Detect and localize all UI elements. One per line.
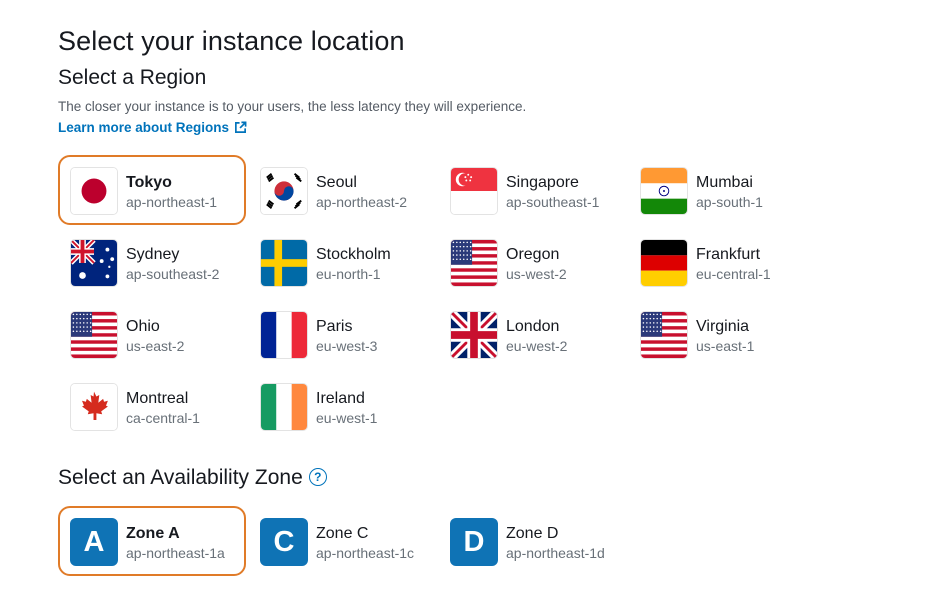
sweden-flag-icon [260, 239, 308, 287]
region-name: Paris [316, 318, 353, 335]
region-code: us-east-1 [696, 338, 755, 354]
region-option-virginia[interactable]: Virginia us-east-1 [628, 299, 816, 369]
region-name: Ireland [316, 390, 365, 407]
region-code: eu-west-1 [316, 410, 378, 426]
region-name: Stockholm [316, 246, 391, 263]
japan-flag-icon [70, 167, 118, 215]
ireland-flag-icon [260, 383, 308, 431]
zone-heading-label: Select an Availability Zone [58, 466, 303, 489]
region-code: ca-central-1 [126, 410, 200, 426]
zone-name: Zone D [506, 525, 559, 542]
region-code: eu-north-1 [316, 266, 381, 282]
india-flag-icon [640, 167, 688, 215]
region-code: eu-west-3 [316, 338, 378, 354]
canada-flag-icon [70, 383, 118, 431]
zone-code: ap-northeast-1a [126, 545, 225, 561]
region-option-frankfurt[interactable]: Frankfurt eu-central-1 [628, 227, 816, 297]
zone-letter-badge: A [70, 518, 118, 566]
region-option-ireland[interactable]: Ireland eu-west-1 [248, 371, 436, 441]
region-option-mumbai[interactable]: Mumbai ap-south-1 [628, 155, 816, 225]
region-option-stockholm[interactable]: Stockholm eu-north-1 [248, 227, 436, 297]
region-name: Frankfurt [696, 246, 761, 263]
region-option-ohio[interactable]: Ohio us-east-2 [58, 299, 246, 369]
france-flag-icon [260, 311, 308, 359]
region-option-seoul[interactable]: Seoul ap-northeast-2 [248, 155, 436, 225]
zone-option-c[interactable]: C Zone C ap-northeast-1c [248, 506, 436, 576]
region-option-oregon[interactable]: Oregon us-west-2 [438, 227, 626, 297]
region-name: Ohio [126, 318, 160, 335]
region-option-tokyo[interactable]: Tokyo ap-northeast-1 [58, 155, 246, 225]
help-icon[interactable]: ? [308, 468, 327, 486]
region-name: London [506, 318, 560, 335]
region-name: Seoul [316, 174, 357, 191]
usa-flag-icon [640, 311, 688, 359]
region-code: us-east-2 [126, 338, 185, 354]
region-name: Singapore [506, 174, 579, 191]
region-name: Sydney [126, 246, 180, 263]
uk-flag-icon [450, 311, 498, 359]
region-code: ap-southeast-1 [506, 194, 600, 210]
australia-flag-icon [70, 239, 118, 287]
zone-name: Zone A [126, 525, 180, 542]
region-code: ap-southeast-2 [126, 266, 220, 282]
region-code: eu-west-2 [506, 338, 568, 354]
external-link-icon [234, 121, 247, 134]
region-code: us-west-2 [506, 266, 567, 282]
south-korea-flag-icon [260, 167, 308, 215]
zone-letter-badge: C [260, 518, 308, 566]
zone-heading: Select an Availability Zone? [58, 466, 327, 490]
usa-flag-icon [450, 239, 498, 287]
region-option-singapore[interactable]: Singapore ap-southeast-1 [438, 155, 626, 225]
zone-option-a[interactable]: A Zone A ap-northeast-1a [58, 506, 246, 576]
usa-flag-icon [70, 311, 118, 359]
zone-letter-badge: D [450, 518, 498, 566]
region-option-paris[interactable]: Paris eu-west-3 [248, 299, 436, 369]
page-title: Select your instance location [58, 26, 405, 56]
zone-name: Zone C [316, 525, 369, 542]
region-name: Montreal [126, 390, 189, 407]
germany-flag-icon [640, 239, 688, 287]
region-name: Mumbai [696, 174, 753, 191]
region-option-sydney[interactable]: Sydney ap-southeast-2 [58, 227, 246, 297]
region-name: Virginia [696, 318, 750, 335]
region-option-london[interactable]: London eu-west-2 [438, 299, 626, 369]
region-description: The closer your instance is to your user… [58, 99, 527, 114]
zone-code: ap-northeast-1c [316, 545, 415, 561]
region-name: Oregon [506, 246, 560, 263]
region-code: eu-central-1 [696, 266, 771, 282]
region-option-montreal[interactable]: Montreal ca-central-1 [58, 371, 246, 441]
learn-more-regions-link[interactable]: Learn more about Regions [58, 120, 247, 135]
region-code: ap-south-1 [696, 194, 763, 210]
singapore-flag-icon [450, 167, 498, 215]
region-code: ap-northeast-1 [126, 194, 218, 210]
zone-option-d[interactable]: D Zone D ap-northeast-1d [438, 506, 626, 576]
region-heading: Select a Region [58, 66, 207, 89]
learn-more-label: Learn more about Regions [58, 120, 230, 135]
region-code: ap-northeast-2 [316, 194, 408, 210]
zone-code: ap-northeast-1d [506, 545, 605, 561]
region-name: Tokyo [126, 174, 172, 191]
